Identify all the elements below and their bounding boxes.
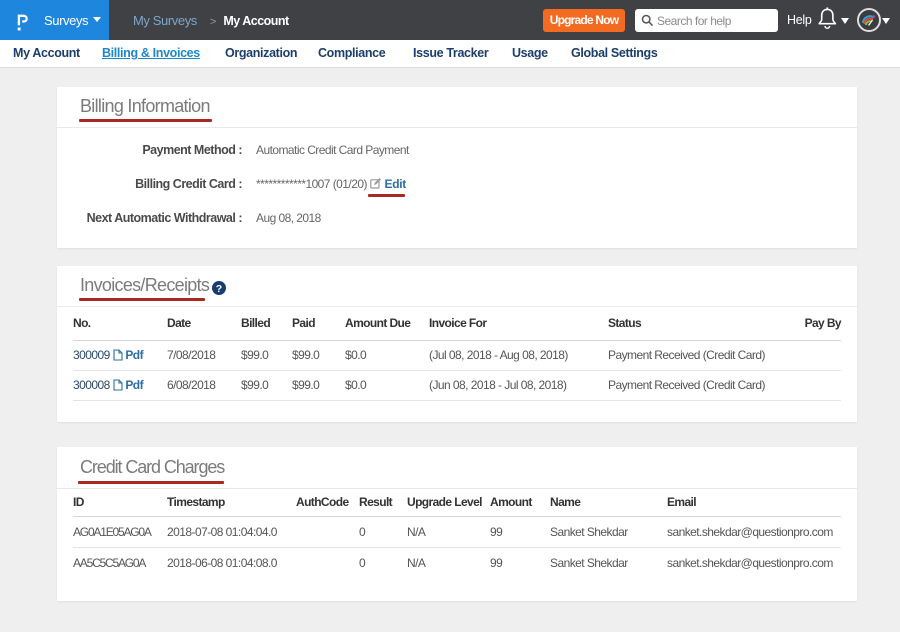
svg-text:?: ? [216, 283, 222, 295]
